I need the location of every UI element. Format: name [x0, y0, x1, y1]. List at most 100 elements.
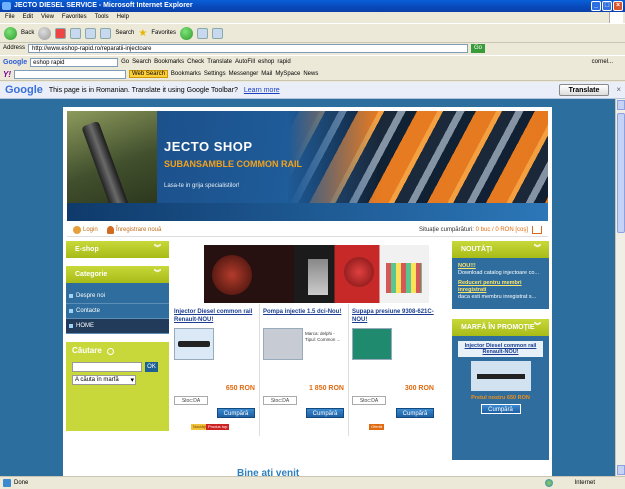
menu-tools[interactable]: Tools — [95, 12, 109, 23]
search-icon[interactable] — [100, 27, 112, 39]
product-image[interactable] — [352, 328, 392, 360]
menu-favorites[interactable]: Favorites — [62, 12, 87, 23]
google-term-rapid[interactable]: rapid — [277, 59, 290, 65]
yahoo-settings[interactable]: Settings — [204, 71, 226, 77]
product-name-link[interactable]: Injector Diesel common rail Renault-NOU! — [174, 308, 256, 326]
category-header[interactable]: Categorie ︾ — [66, 266, 169, 283]
google-search-button[interactable]: Search — [132, 59, 151, 65]
home-icon[interactable] — [85, 27, 97, 39]
product-name-link[interactable]: Pompa injectie 1.5 dci-Nou! — [263, 308, 345, 326]
menu-help[interactable]: Help — [117, 12, 129, 23]
category-item-home[interactable]: HOME — [66, 319, 169, 334]
buy-button[interactable]: Cumpără — [396, 408, 434, 418]
category-item-despre-noi[interactable]: Despre noi — [66, 289, 169, 304]
buy-button[interactable]: Cumpără — [217, 408, 255, 418]
welcome-heading: Bine ati venit — [237, 468, 300, 476]
offer-badge: Ofertă — [369, 424, 385, 430]
refresh-icon[interactable] — [70, 27, 82, 39]
yahoo-web-search-button[interactable]: Web Search — [129, 70, 168, 78]
standard-toolbar: Back Search ★ Favorites — [0, 23, 625, 43]
vertical-scrollbar[interactable] — [615, 99, 625, 476]
site-search-input[interactable] — [72, 362, 142, 372]
stop-icon[interactable] — [55, 27, 67, 39]
news-title-link[interactable]: NOU!!! — [458, 263, 543, 270]
address-input[interactable]: http://www.eshop-rapid.ro/reparatii-inje… — [28, 44, 469, 53]
promo-product-image[interactable] — [470, 361, 531, 391]
google-autofill-button[interactable]: AutoFill — [235, 59, 255, 65]
magnifier-icon — [106, 347, 114, 355]
mail-icon[interactable] — [197, 27, 209, 39]
go-button[interactable]: Go — [471, 44, 486, 53]
promo-product-link[interactable]: Injector Diesel common rail Renault-NOU! — [458, 341, 543, 357]
history-icon[interactable] — [180, 26, 194, 40]
search-scope-select[interactable]: A căuta în marfă — [72, 375, 136, 385]
promo-price: Pretul nostru 650 RON — [471, 395, 530, 401]
favorites-button[interactable]: Favorites — [151, 30, 176, 36]
close-icon[interactable]: × — [616, 85, 621, 94]
menu-edit[interactable]: Edit — [23, 12, 33, 23]
yahoo-news[interactable]: News — [303, 71, 318, 77]
eshop-header[interactable]: E-shop ︾ — [66, 241, 169, 258]
news-title-link[interactable]: Reduceri pentru membri inregistrati — [458, 280, 543, 294]
back-arrow-icon[interactable] — [4, 26, 17, 40]
news-box: NOU!!! Download catalog injectoare co...… — [452, 258, 549, 309]
promo-section: MARFĂ ÎN PROMOŢIE ︾ Injector Diesel comm… — [452, 319, 549, 460]
google-bookmarks-button[interactable]: Bookmarks — [154, 59, 184, 65]
favorites-star-icon[interactable]: ★ — [138, 28, 147, 39]
products-hero-image — [204, 245, 429, 303]
product-price: 650 RON — [225, 385, 255, 392]
yahoo-bookmarks[interactable]: Bookmarks — [171, 71, 201, 77]
scroll-down-arrow-icon[interactable] — [617, 465, 625, 475]
close-button[interactable]: × — [613, 1, 623, 11]
yahoo-search-input[interactable] — [14, 69, 126, 79]
register-link[interactable]: Înregistrare nouă — [116, 223, 161, 237]
scroll-up-arrow-icon[interactable] — [617, 100, 625, 110]
promo-buy-button[interactable]: Cumpără — [480, 404, 521, 414]
google-go-button[interactable]: Go — [121, 59, 129, 65]
search-button[interactable]: Search — [115, 30, 134, 36]
buy-button[interactable]: Cumpără — [306, 408, 344, 418]
yahoo-messenger[interactable]: Messenger — [229, 71, 259, 77]
news-header[interactable]: NOUTĂŢI ︾ — [452, 241, 549, 258]
ie-icon — [2, 2, 11, 10]
product-name-link[interactable]: Supapa presiune 9308-621C-NOU! — [352, 308, 435, 326]
google-term-eshop[interactable]: eshop — [258, 59, 274, 65]
promo-header[interactable]: MARFĂ ÎN PROMOŢIE ︾ — [452, 319, 549, 336]
security-zone: Internet — [574, 480, 595, 486]
product-image[interactable] — [263, 328, 303, 360]
learn-more-link[interactable]: Learn more — [244, 87, 280, 94]
minimize-button[interactable]: _ — [591, 1, 601, 11]
print-icon[interactable] — [212, 27, 224, 39]
menu-view[interactable]: View — [41, 12, 54, 23]
cart-value-link[interactable]: 0 buc / 0 RON [coş] — [476, 227, 528, 233]
menu-file[interactable]: File — [5, 12, 15, 23]
yahoo-myspace[interactable]: MySpace — [275, 71, 300, 77]
hero-part-image — [344, 257, 374, 287]
category-item-contacte[interactable]: Contacte — [66, 304, 169, 319]
product-image[interactable] — [174, 328, 214, 360]
google-check-button[interactable]: Check — [187, 59, 204, 65]
windows-logo-icon — [609, 12, 623, 23]
site-search-ok-button[interactable]: OK — [145, 362, 158, 372]
google-account[interactable]: cornel... — [592, 59, 613, 65]
google-logo[interactable]: Google — [3, 59, 27, 66]
forward-arrow-icon[interactable] — [38, 26, 52, 40]
news-text: Download catalog injectoare co... — [458, 270, 540, 276]
address-label: Address — [3, 45, 26, 51]
translate-button[interactable]: Translate — [559, 84, 609, 96]
maximize-button[interactable]: □ — [602, 1, 612, 11]
product-grid: Injector Diesel common rail Renault-NOU!… — [171, 304, 438, 436]
scroll-thumb[interactable] — [617, 113, 625, 233]
chevron-down-icon: ︾ — [534, 323, 541, 330]
header-banner: JECTO SHOP SUBANSAMBLE COMMON RAIL Lasa-… — [67, 111, 548, 221]
news-item: NOU!!! Download catalog injectoare co... — [458, 263, 543, 277]
login-link[interactable]: Login — [83, 223, 98, 237]
cart-icon[interactable] — [532, 226, 542, 234]
menu-bar: File Edit View Favorites Tools Help — [0, 12, 625, 23]
yahoo-mail[interactable]: Mail — [261, 71, 272, 77]
google-search-input[interactable]: eshop rapid — [30, 57, 119, 67]
yahoo-logo[interactable]: Y! — [3, 70, 11, 79]
chevron-down-icon: ︾ — [154, 270, 161, 277]
back-button[interactable]: Back — [21, 30, 34, 36]
google-translate-button[interactable]: Translate — [207, 59, 232, 65]
